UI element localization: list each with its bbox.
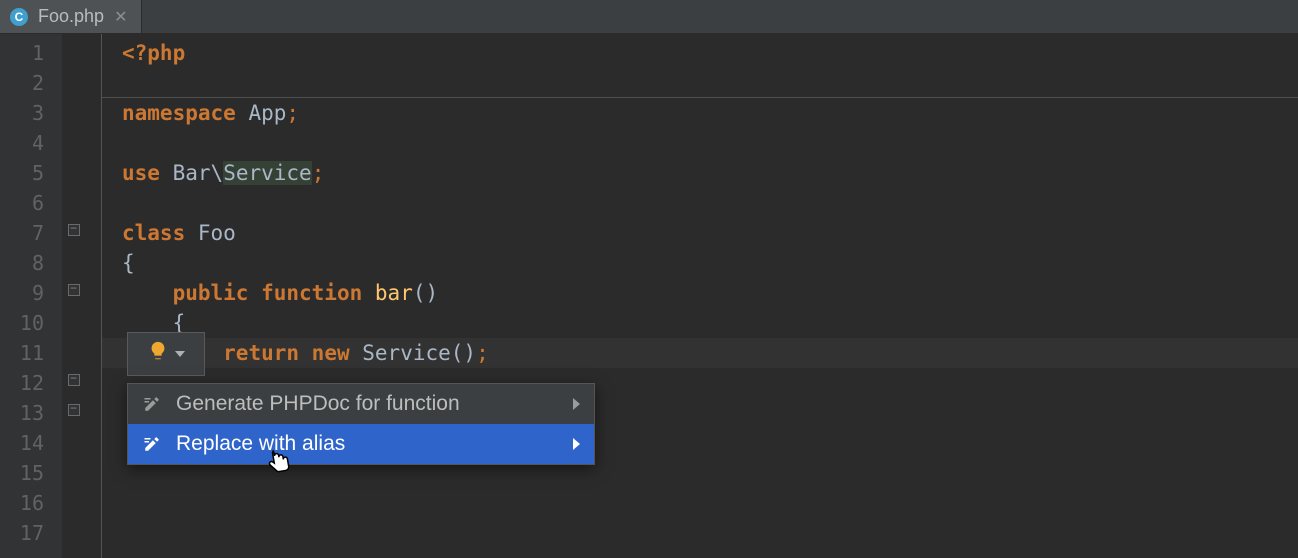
line-number: 11: [0, 338, 44, 368]
fold-marker-icon[interactable]: [68, 284, 80, 296]
bulb-icon: [147, 340, 169, 369]
tab-bar: C Foo.php ✕: [0, 0, 1298, 34]
code-token: ;: [286, 101, 299, 125]
intention-item-label: Replace with alias: [176, 432, 559, 456]
line-number: 1: [0, 38, 44, 68]
line-number: 13: [0, 398, 44, 428]
line-number: 9: [0, 278, 44, 308]
line-number: 6: [0, 188, 44, 218]
line-number: 17: [0, 518, 44, 548]
chevron-right-icon: [573, 438, 580, 450]
code-token: bar: [375, 281, 413, 305]
code-token: <?php: [122, 41, 185, 65]
intention-item[interactable]: Replace with alias: [128, 424, 594, 464]
line-number-gutter: 1234567891011121314151617: [0, 34, 62, 558]
code-token: \: [211, 161, 224, 185]
line-number: 3: [0, 98, 44, 128]
code-token: function: [261, 281, 362, 305]
code-token: ;: [312, 161, 325, 185]
editor-area: 1234567891011121314151617 <?php namespac…: [0, 34, 1298, 558]
line-number: 8: [0, 248, 44, 278]
file-tab-label: Foo.php: [38, 6, 104, 27]
code-token: return: [223, 341, 299, 365]
fold-marker-icon[interactable]: [68, 374, 80, 386]
code-token: Service: [223, 161, 312, 185]
line-number: 2: [0, 68, 44, 98]
code-token: App: [248, 101, 286, 125]
code-token: new: [312, 341, 350, 365]
line-number: 12: [0, 368, 44, 398]
code-token: public: [173, 281, 249, 305]
code-token: Service: [362, 341, 451, 365]
close-icon[interactable]: ✕: [114, 7, 127, 27]
fold-marker-icon[interactable]: [68, 404, 80, 416]
fold-column: [62, 34, 102, 558]
code-token: Foo: [198, 221, 236, 245]
intention-bulb[interactable]: [127, 332, 205, 376]
code-token: Bar: [173, 161, 211, 185]
intention-item[interactable]: Generate PHPDoc for function: [128, 384, 594, 424]
code-token: ;: [476, 341, 489, 365]
chevron-down-icon: [175, 351, 185, 357]
code-token: class: [122, 221, 185, 245]
edit-icon: [142, 435, 162, 453]
file-type-icon: C: [10, 8, 28, 26]
line-number: 4: [0, 128, 44, 158]
line-number: 14: [0, 428, 44, 458]
code-token: use: [122, 161, 160, 185]
code-token: (): [451, 341, 476, 365]
edit-icon: [142, 395, 162, 413]
chevron-right-icon: [573, 398, 580, 410]
line-number: 15: [0, 458, 44, 488]
line-number: 7: [0, 218, 44, 248]
line-number: 16: [0, 488, 44, 518]
intention-popup: Generate PHPDoc for function Replace with…: [127, 383, 595, 465]
code-token: {: [122, 251, 135, 275]
code-token: namespace: [122, 101, 236, 125]
code-token: (): [413, 281, 438, 305]
file-tab[interactable]: C Foo.php ✕: [0, 0, 142, 33]
line-number: 10: [0, 308, 44, 338]
line-number: 5: [0, 158, 44, 188]
intention-item-label: Generate PHPDoc for function: [176, 392, 559, 416]
fold-marker-icon[interactable]: [68, 224, 80, 236]
